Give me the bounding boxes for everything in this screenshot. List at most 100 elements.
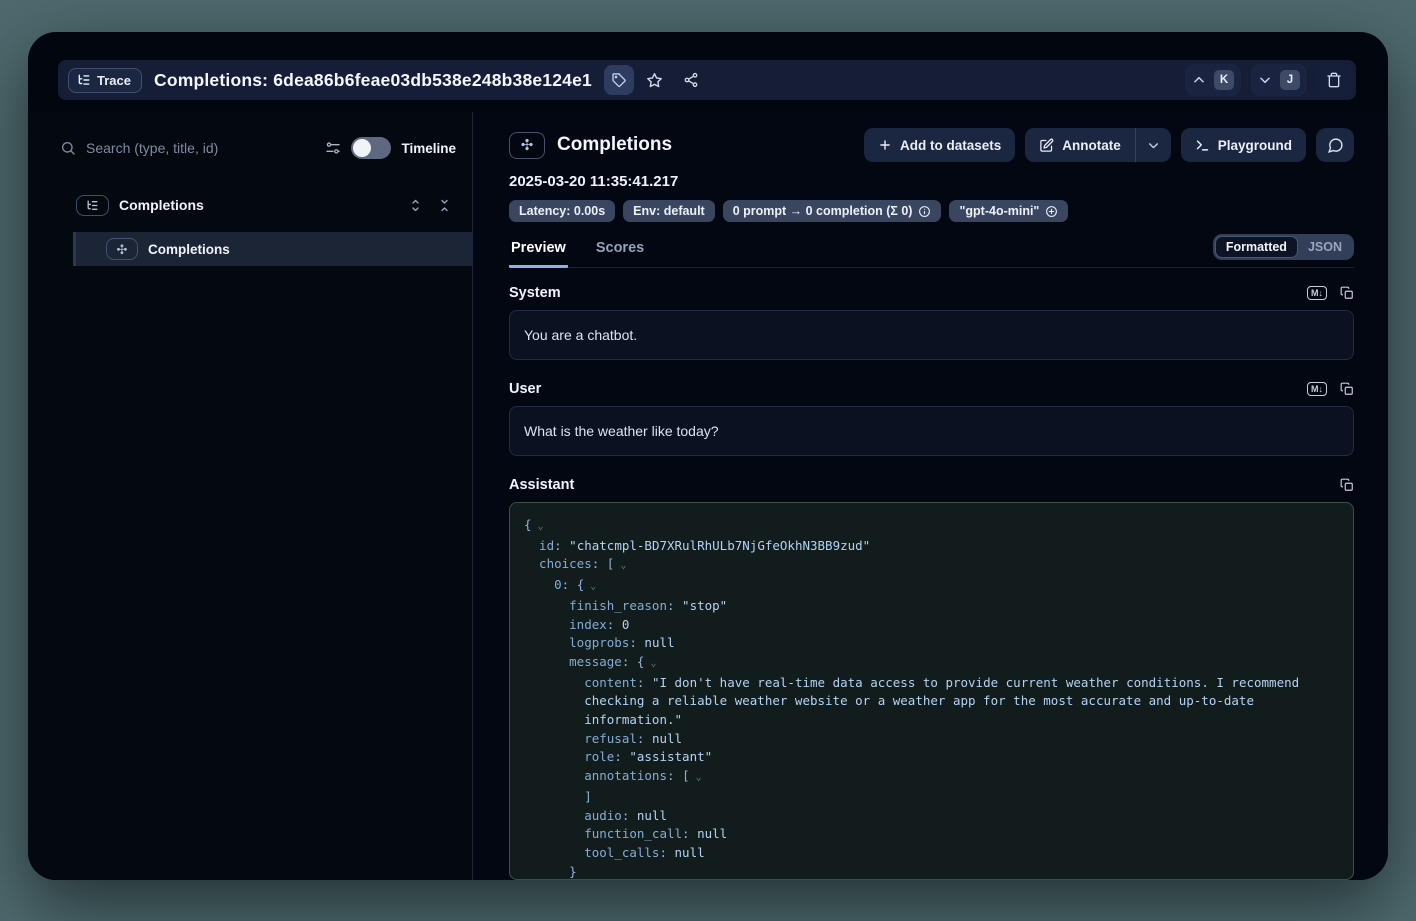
- annotate-button[interactable]: Annotate: [1025, 128, 1135, 162]
- topbar-right-actions: K J: [1185, 64, 1351, 96]
- prev-trace-button[interactable]: K: [1185, 64, 1241, 96]
- collapse-toggle-icon[interactable]: ⌄: [614, 560, 626, 571]
- format-formatted-option[interactable]: Formatted: [1215, 236, 1298, 258]
- tree-controls: [408, 198, 452, 213]
- star-button[interactable]: [640, 65, 670, 95]
- detail-tabs: Preview Scores Formatted JSON: [509, 234, 1354, 268]
- generation-icon: ✣: [106, 238, 138, 260]
- copy-icon[interactable]: [1340, 382, 1354, 396]
- observation-title: Completions: [557, 134, 672, 156]
- edit-icon: [1039, 138, 1054, 153]
- add-to-datasets-label: Add to datasets: [900, 138, 1001, 153]
- start-timestamp: 2025-03-20 11:35:41.217: [509, 173, 1354, 190]
- user-section-icons: M↓: [1307, 382, 1354, 397]
- window-body: Timeline Completions: [28, 112, 1388, 880]
- unfold-vertical-icon[interactable]: [408, 198, 423, 213]
- plus-icon: [878, 138, 892, 152]
- chevron-up-icon: [1192, 73, 1206, 87]
- assistant-section-icons: [1340, 478, 1354, 492]
- model-badge-label: "gpt-4o-mini": [959, 204, 1039, 218]
- playground-button[interactable]: Playground: [1181, 128, 1306, 162]
- format-json-option[interactable]: JSON: [1298, 237, 1352, 257]
- model-badge: "gpt-4o-mini": [949, 200, 1068, 222]
- chevron-down-icon: [1258, 73, 1272, 87]
- tab-preview[interactable]: Preview: [509, 236, 568, 268]
- annotate-split-button: Annotate: [1025, 128, 1171, 162]
- observation-header: ✣ Completions Add to datasets: [509, 128, 1354, 162]
- assistant-json-output: { ⌄id: "chatcmpl-BD7XRulRhULb7NjGfeOkhN3…: [509, 502, 1354, 880]
- system-section-title: System: [509, 285, 561, 301]
- system-section-header: System M↓: [509, 285, 1354, 301]
- collapse-toggle-icon[interactable]: ⌄: [644, 658, 656, 669]
- annotate-label: Annotate: [1062, 138, 1121, 153]
- trash-icon: [1326, 72, 1342, 88]
- annotate-dropdown-button[interactable]: [1135, 128, 1171, 162]
- timeline-toggle[interactable]: [351, 137, 391, 159]
- latency-badge: Latency: 0.00s: [509, 200, 615, 222]
- environment-badge-label: Env: default: [633, 204, 705, 218]
- chevron-down-icon: [1147, 139, 1160, 152]
- system-message-card: You are a chatbot.: [509, 310, 1354, 360]
- copy-icon[interactable]: [1340, 286, 1354, 300]
- next-key-badge: J: [1280, 70, 1300, 90]
- comments-button[interactable]: [1316, 128, 1354, 162]
- format-toggle: Formatted JSON: [1213, 234, 1354, 260]
- observation-detail-panel[interactable]: ✣ Completions Add to datasets: [473, 112, 1388, 880]
- markdown-toggle-icon[interactable]: M↓: [1307, 382, 1327, 397]
- circle-plus-icon[interactable]: [1045, 205, 1058, 218]
- token-usage-badge: 0 prompt → 0 completion (Σ 0): [723, 200, 942, 222]
- collapse-toggle-icon[interactable]: ⌄: [584, 581, 596, 592]
- tree-child-label: Completions: [148, 242, 230, 257]
- fold-vertical-icon[interactable]: [437, 198, 452, 213]
- top-bar: Trace Completions: 6dea86b6feae03db538e2…: [58, 60, 1356, 100]
- comment-icon: [1327, 137, 1344, 154]
- share-icon: [683, 72, 699, 88]
- terminal-icon: [1195, 138, 1210, 153]
- collapse-toggle-icon[interactable]: ⌄: [690, 772, 702, 783]
- system-message-text: You are a chatbot.: [524, 327, 637, 343]
- user-message-text: What is the weather like today?: [524, 423, 719, 439]
- delete-trace-button[interactable]: [1317, 64, 1351, 96]
- user-section-header: User M↓: [509, 381, 1354, 397]
- share-button[interactable]: [676, 65, 706, 95]
- playground-label: Playground: [1218, 138, 1292, 153]
- toggle-knob: [353, 139, 371, 157]
- page-title: Completions: 6dea86b6feae03db538e248b38e…: [154, 70, 592, 91]
- markdown-toggle-icon[interactable]: M↓: [1307, 286, 1327, 301]
- assistant-section-title: Assistant: [509, 477, 574, 493]
- latency-badge-label: Latency: 0.00s: [519, 204, 605, 218]
- user-message-card: What is the weather like today?: [509, 406, 1354, 456]
- collapse-toggle-icon[interactable]: ⌄: [532, 521, 544, 532]
- tag-icon: [611, 72, 627, 88]
- trace-tree-sidebar: Timeline Completions: [28, 112, 473, 880]
- search-input[interactable]: [86, 140, 315, 156]
- list-tree-icon: [76, 195, 109, 216]
- search-icon: [60, 140, 76, 156]
- tree-node-generation-selected[interactable]: ✣ Completions: [73, 232, 472, 266]
- prev-key-badge: K: [1214, 70, 1234, 90]
- token-usage-label: 0 prompt → 0 completion (Σ 0): [733, 204, 913, 218]
- trace-badge-label: Trace: [97, 73, 131, 88]
- trace-type-badge: Trace: [68, 68, 142, 93]
- view-settings-icon[interactable]: [325, 140, 341, 156]
- desktop-background: { "topbar": { "trace_label": "Trace", "t…: [0, 0, 1416, 921]
- list-tree-icon: [77, 73, 91, 87]
- copy-icon[interactable]: [1340, 478, 1354, 492]
- metadata-badges: Latency: 0.00s Env: default 0 prompt → 0…: [509, 200, 1354, 222]
- tree-root-label: Completions: [119, 197, 204, 213]
- star-icon: [646, 72, 663, 89]
- user-section-title: User: [509, 381, 541, 397]
- assistant-section-header: Assistant: [509, 477, 1354, 493]
- tab-scores[interactable]: Scores: [594, 236, 646, 268]
- generation-icon: ✣: [509, 132, 545, 159]
- search-row: Timeline: [60, 134, 456, 162]
- environment-badge: Env: default: [623, 200, 715, 222]
- timeline-toggle-label: Timeline: [401, 141, 456, 156]
- tree-node-trace-root[interactable]: Completions: [76, 190, 456, 220]
- observation-actions: Add to datasets Annotate: [864, 128, 1354, 162]
- info-icon[interactable]: [918, 205, 931, 218]
- app-window: Trace Completions: 6dea86b6feae03db538e2…: [28, 32, 1388, 880]
- next-trace-button[interactable]: J: [1251, 64, 1307, 96]
- tag-button[interactable]: [604, 65, 634, 95]
- add-to-datasets-button[interactable]: Add to datasets: [864, 128, 1015, 162]
